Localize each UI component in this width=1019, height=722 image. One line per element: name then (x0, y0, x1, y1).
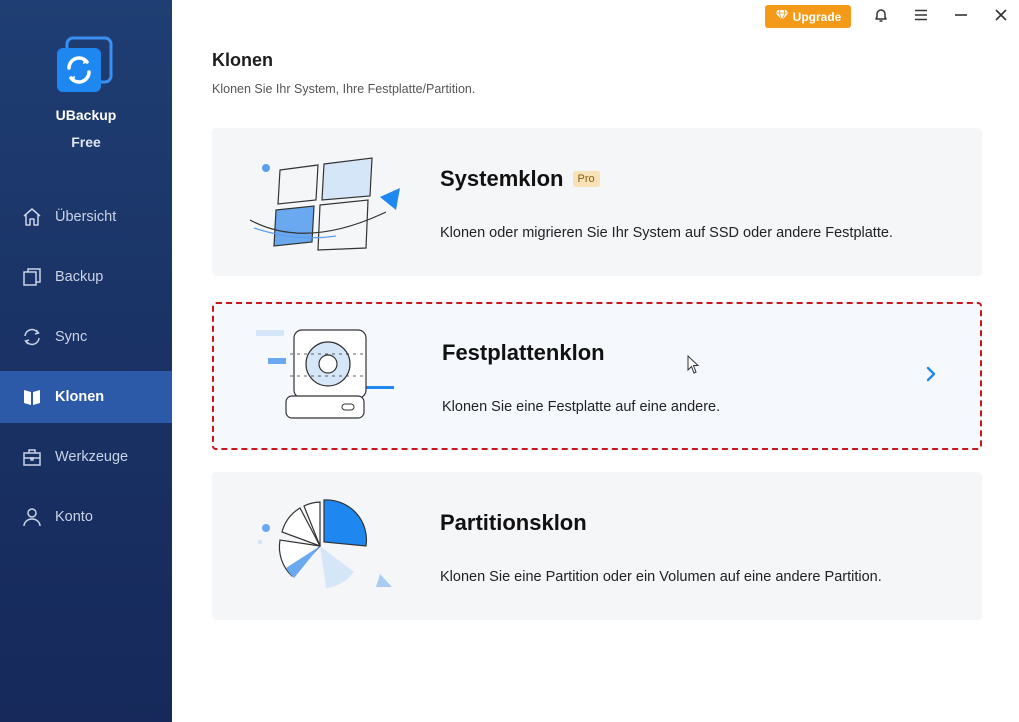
upgrade-button[interactable]: Upgrade (765, 5, 851, 28)
sidebar-item-klonen[interactable]: Klonen (0, 371, 172, 423)
partition-clone-card[interactable]: Partitionsklon Klonen Sie eine Partition… (212, 472, 982, 620)
home-icon (22, 207, 42, 227)
backup-icon (22, 267, 42, 287)
user-icon (22, 507, 42, 527)
sidebar-item-label: Werkzeuge (55, 449, 129, 465)
partition-pie-illustration-icon (246, 494, 406, 599)
app-name: UBackup (55, 107, 117, 123)
sidebar-item-label: Backup (55, 269, 104, 285)
close-icon (994, 8, 1008, 27)
pro-badge: Pro (572, 171, 600, 187)
sidebar-item-label: Konto (55, 509, 93, 525)
sidebar: UBackup Free Übersicht Backup Sync Klone… (0, 0, 172, 722)
menu-button[interactable] (909, 6, 933, 28)
card-title: Systemklon (440, 166, 564, 191)
sidebar-item-sync[interactable]: Sync (0, 311, 172, 363)
sidebar-item-konto[interactable]: Konto (0, 491, 172, 543)
card-description: Klonen Sie eine Festplatte auf eine ande… (442, 399, 721, 415)
app-edition: Free (71, 134, 101, 150)
disk-clone-card[interactable]: Festplattenklon Klonen Sie eine Festplat… (212, 302, 982, 450)
clone-icon (22, 387, 42, 407)
sidebar-item-label: Übersicht (55, 209, 117, 225)
card-description: Klonen oder migrieren Sie Ihr System auf… (440, 225, 893, 241)
notification-bell-button[interactable] (869, 6, 893, 28)
system-clone-card[interactable]: Systemklon Pro Klonen oder migrieren Sie… (212, 128, 982, 276)
minimize-icon (954, 8, 968, 27)
sync-icon (22, 327, 42, 347)
sidebar-item-label: Klonen (55, 389, 105, 405)
sidebar-item-label: Sync (55, 329, 88, 345)
bell-icon (873, 7, 889, 28)
card-title: Festplattenklon (442, 340, 605, 365)
card-title: Partitionsklon (440, 510, 587, 535)
windows-migration-illustration-icon (246, 150, 406, 255)
hard-disk-illustration-icon (246, 324, 406, 429)
toolbox-icon (22, 447, 42, 467)
page-title: Klonen (212, 50, 273, 70)
ubackup-logo-icon (55, 36, 113, 94)
close-button[interactable] (989, 6, 1013, 28)
sidebar-item-backup[interactable]: Backup (0, 251, 172, 303)
card-description: Klonen Sie eine Partition oder ein Volum… (440, 569, 882, 585)
chevron-right-icon[interactable] (921, 364, 941, 384)
minimize-button[interactable] (949, 6, 973, 28)
upgrade-label: Upgrade (792, 9, 842, 24)
mouse-cursor-icon (687, 354, 701, 375)
hamburger-menu-icon (914, 8, 928, 27)
diamond-icon (775, 9, 789, 24)
sidebar-item-werkzeuge[interactable]: Werkzeuge (0, 431, 172, 483)
page-subtitle: Klonen Sie Ihr System, Ihre Festplatte/P… (212, 82, 476, 96)
sidebar-item-uebersicht[interactable]: Übersicht (0, 191, 172, 243)
